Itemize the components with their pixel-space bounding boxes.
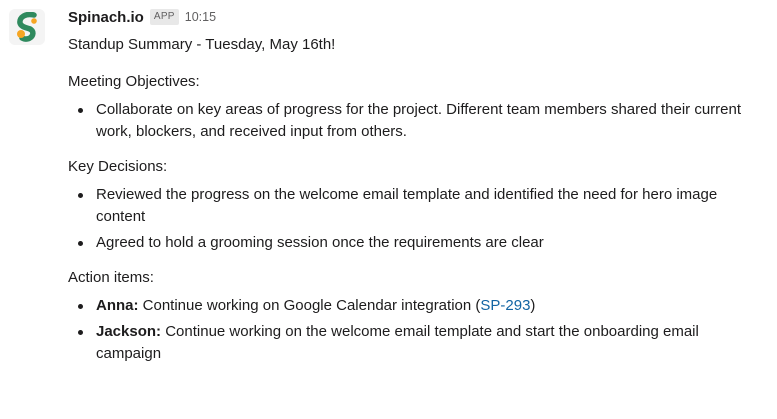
sender-name[interactable]: Spinach.io: [68, 9, 144, 26]
list-item: Reviewed the progress on the welcome ema…: [78, 184, 768, 228]
action-text: Continue working on the welcome email te…: [96, 323, 699, 362]
assignee-name: Anna:: [96, 297, 139, 314]
app-badge: APP: [149, 9, 179, 25]
spinach-logo-icon: [17, 12, 37, 42]
ticket-link[interactable]: SP-293: [480, 297, 530, 314]
summary-title: Standup Summary - Tuesday, May 16th!: [68, 36, 336, 53]
message-content: Spinach.io APP 10:15 Standup Summary - T…: [68, 6, 768, 369]
list-item: Anna: Continue working on Google Calenda…: [78, 295, 768, 317]
actions-list: Anna: Continue working on Google Calenda…: [68, 295, 768, 365]
decisions-list: Reviewed the progress on the welcome ema…: [68, 184, 768, 254]
app-avatar[interactable]: [9, 9, 45, 45]
message-timestamp[interactable]: 10:15: [185, 10, 216, 24]
list-item: Collaborate on key areas of progress for…: [78, 99, 768, 143]
action-suffix: ): [530, 297, 536, 314]
action-text: Continue working on Google Calendar inte…: [138, 297, 481, 314]
actions-heading: Action items:: [68, 269, 154, 286]
objectives-heading: Meeting Objectives:: [68, 73, 200, 90]
list-item: Agreed to hold a grooming session once t…: [78, 232, 768, 254]
objectives-list: Collaborate on key areas of progress for…: [68, 99, 768, 143]
chat-message: Spinach.io APP 10:15 Standup Summary - T…: [0, 0, 777, 419]
decisions-heading: Key Decisions:: [68, 158, 168, 175]
message-header: Spinach.io APP 10:15: [68, 6, 768, 28]
assignee-name: Jackson:: [96, 323, 162, 340]
list-item: Jackson: Continue working on the welcome…: [78, 321, 768, 365]
